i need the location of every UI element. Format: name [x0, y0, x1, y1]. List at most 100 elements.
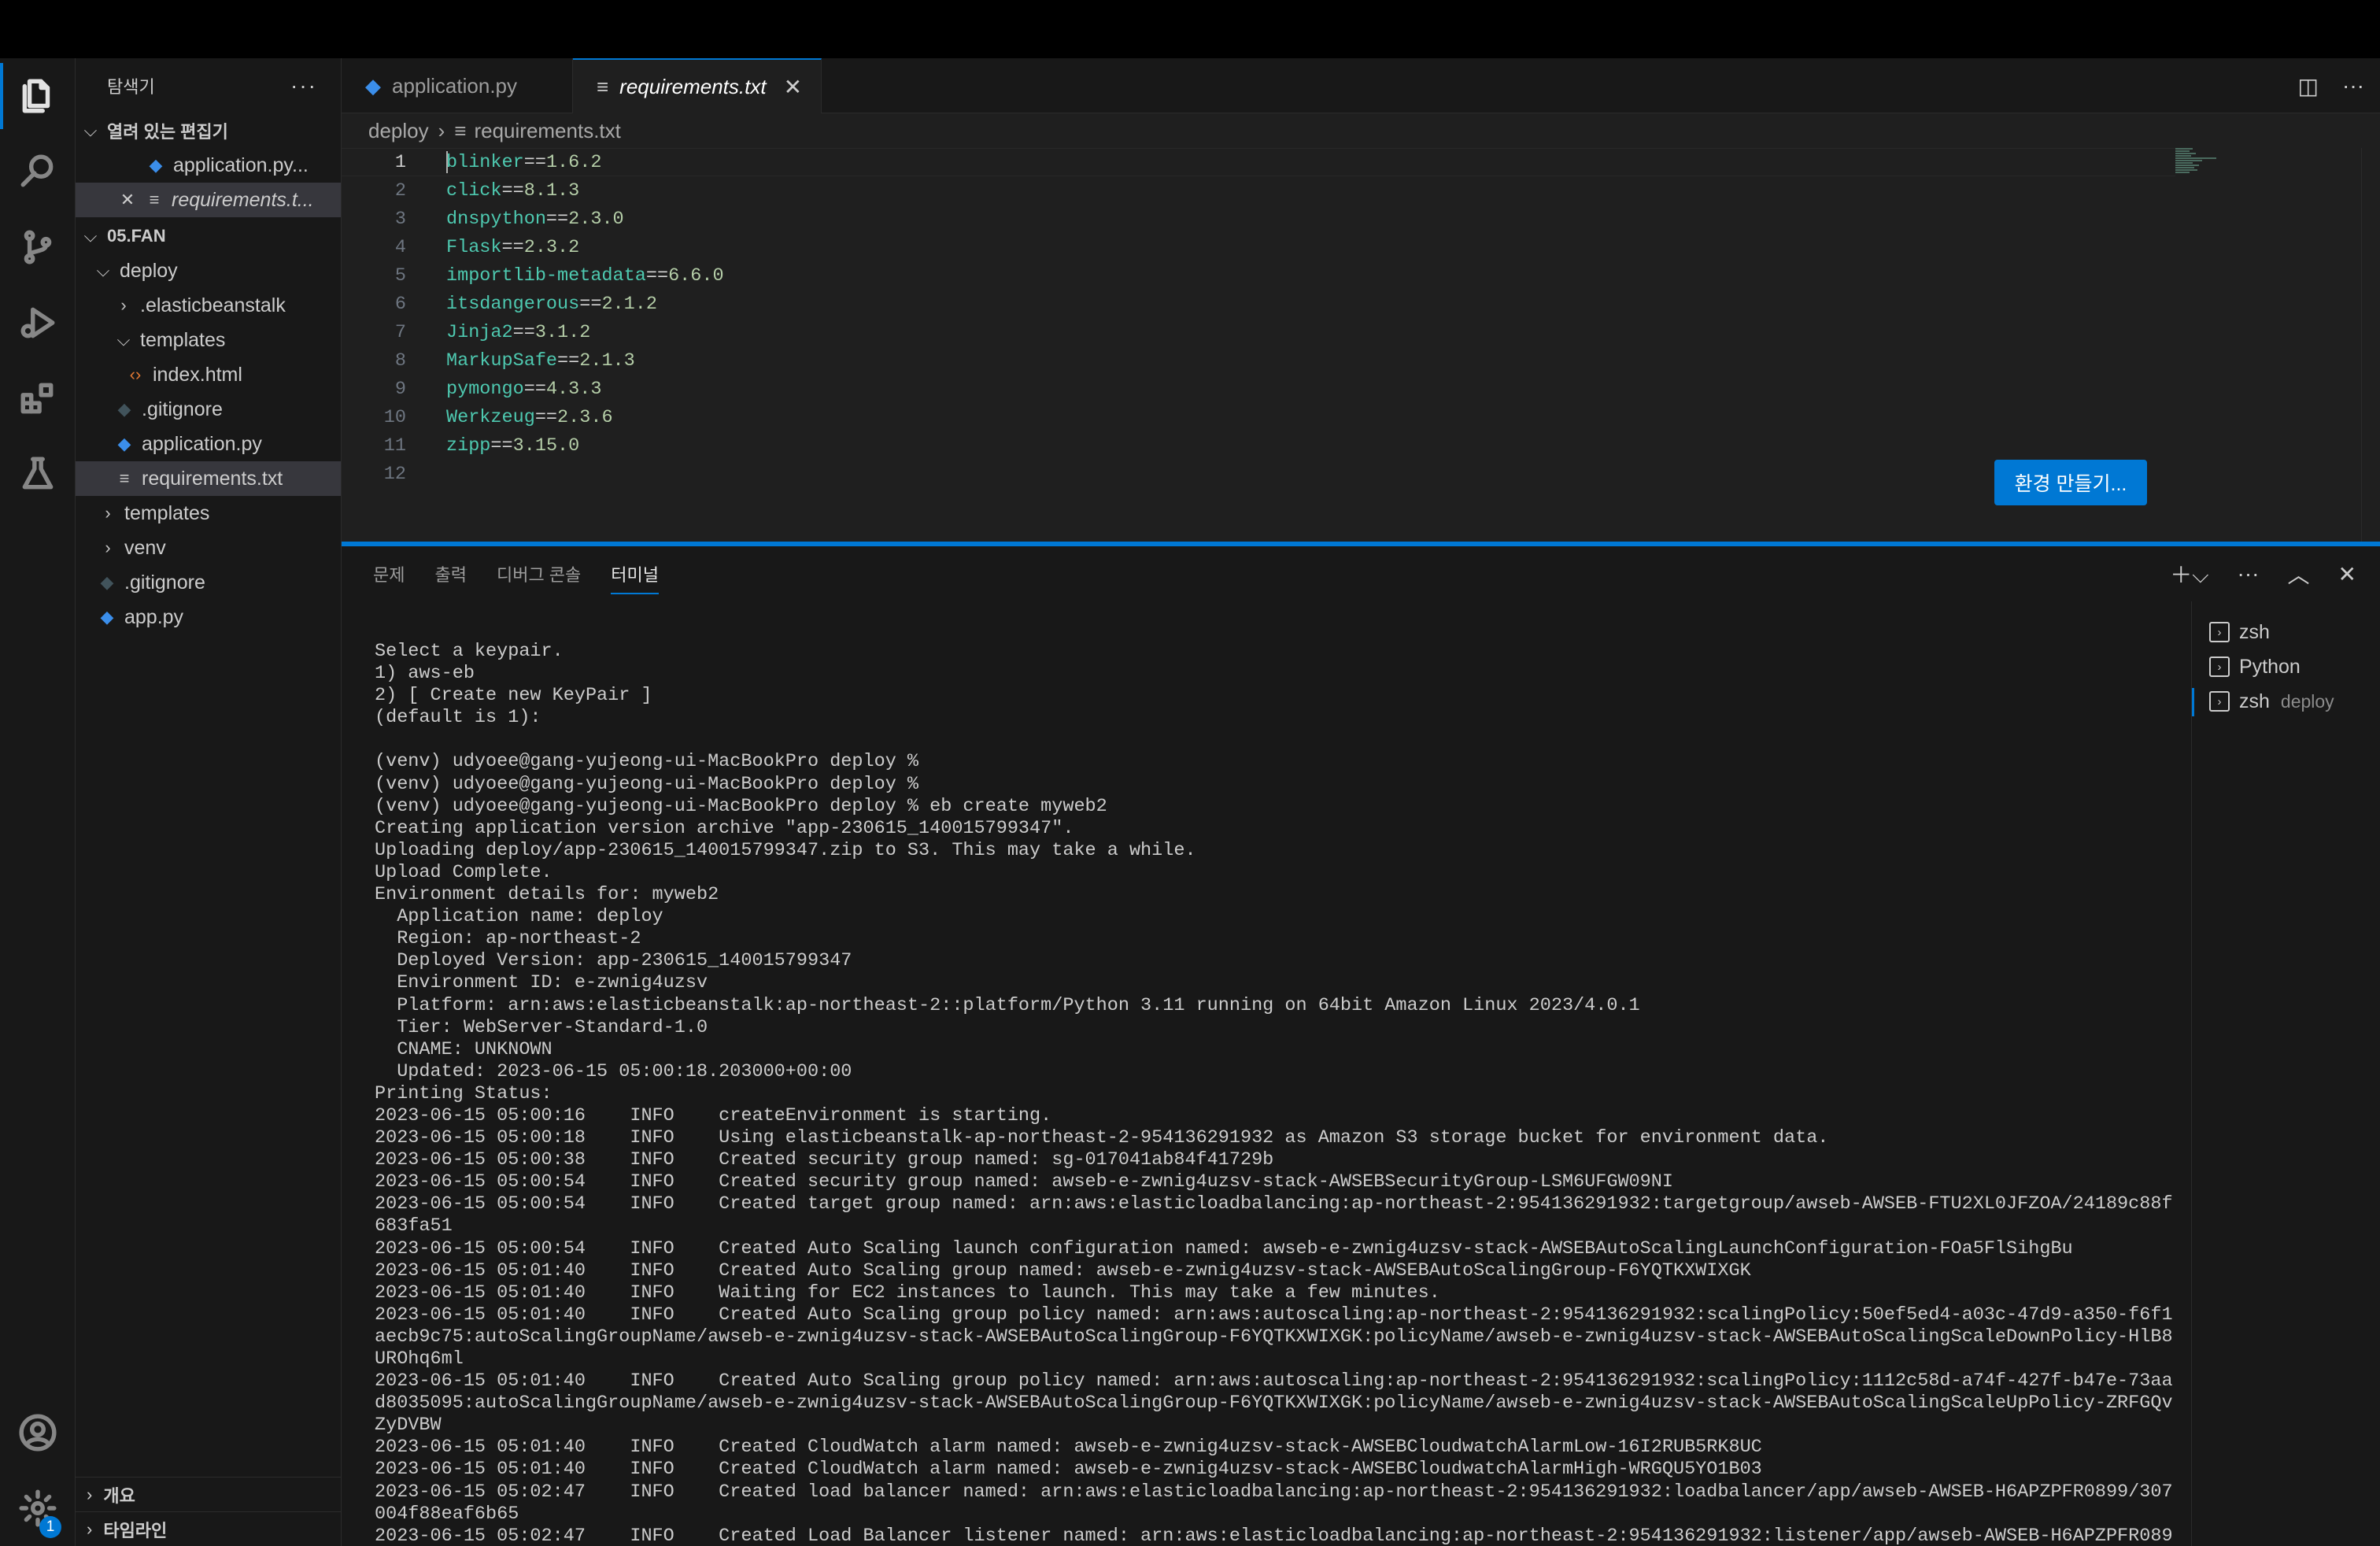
- terminal-line: Deployed Version: app-230615_14001579934…: [375, 950, 852, 972]
- terminal-line: Application name: deploy: [375, 906, 663, 928]
- terminal-line: Environment ID: e-zwnig4uzsv: [375, 972, 708, 994]
- python-file-icon: ◆: [100, 607, 114, 627]
- tree-item-label: .elasticbeanstalk: [140, 294, 286, 316]
- editor-scrollbar[interactable]: [2361, 148, 2380, 542]
- close-panel-icon[interactable]: ✕: [2338, 561, 2356, 587]
- terminal-line: 2023-06-15 05:01:40 INFO Waiting for EC2…: [375, 1282, 1440, 1304]
- open-editor-item[interactable]: ✕ ≡ requirements.t...: [76, 183, 341, 217]
- tree-item-label: templates: [124, 501, 210, 524]
- terminal-line: 2023-06-15 05:01:40 INFO Created Auto Sc…: [375, 1370, 2173, 1393]
- more-actions-icon[interactable]: ···: [2238, 561, 2260, 586]
- run-debug-activity[interactable]: [0, 285, 76, 361]
- tab-application-py[interactable]: ◆ application.py: [342, 58, 573, 113]
- breadcrumb-folder[interactable]: deploy: [368, 119, 429, 143]
- explorer-title: 탐색기: [107, 77, 155, 97]
- tab-requirements-txt[interactable]: ≡ requirements.txt ✕: [573, 58, 822, 113]
- terminal-line: 2023-06-15 05:00:38 INFO Created securit…: [375, 1149, 1274, 1171]
- chevron-right-icon: ›: [120, 295, 127, 315]
- explorer-sidebar: 탐색기 ··· ⌵ 열려 있는 편집기 ◆ application.py... …: [76, 58, 342, 1546]
- explorer-more-icon[interactable]: ···: [290, 73, 317, 98]
- testing-activity[interactable]: [0, 436, 76, 512]
- tree-item-label: application.py: [142, 432, 262, 455]
- accounts-activity[interactable]: [0, 1395, 76, 1470]
- chevron-down-icon: ⌵: [96, 261, 110, 280]
- chevron-right-icon: ›: [438, 118, 445, 142]
- tab-problems[interactable]: 문제: [373, 561, 405, 586]
- tab-debug-console[interactable]: 디버그 콘솔: [497, 561, 581, 586]
- terminal-item[interactable]: › zsh: [2192, 616, 2380, 649]
- open-editors-label: 열려 있는 편집기: [107, 122, 228, 142]
- maximize-panel-icon[interactable]: ︿: [2288, 558, 2310, 590]
- code-line: 6 itsdangerous==2.1.2: [342, 290, 2175, 318]
- git-file-icon: ◆: [100, 572, 114, 592]
- tab-output[interactable]: 출력: [434, 561, 466, 586]
- chevron-down-icon: ⌵: [116, 330, 131, 350]
- outline-section[interactable]: › 개요: [76, 1477, 342, 1511]
- tree-file-gitignore[interactable]: ◆ .gitignore: [76, 565, 341, 600]
- code-text: importlib-metadata==6.6.0: [446, 264, 724, 287]
- workspace-root-label: 05.FAN: [107, 226, 166, 246]
- terminal-icon: ›: [2209, 656, 2230, 677]
- terminal-line: aecb9c75:autoScalingGroupName/awseb-e-zw…: [375, 1326, 2173, 1348]
- workspace-root[interactable]: ⌵ 05.FAN: [76, 219, 341, 253]
- terminal-line: 2023-06-15 05:01:40 INFO Created Auto Sc…: [375, 1259, 1751, 1282]
- terminal-line: 2023-06-15 05:02:47 INFO Created Load Ba…: [375, 1525, 2173, 1546]
- breadcrumb-file[interactable]: requirements.txt: [474, 119, 620, 143]
- terminal-line: 2023-06-15 05:01:40 INFO Created CloudWa…: [375, 1459, 1762, 1481]
- breadcrumb: deploy › ≡ requirements.txt: [342, 113, 2380, 148]
- code-editor[interactable]: 1 blinker==1.6.2 2 click==8.1.3 3 dnspyt…: [342, 148, 2380, 542]
- source-control-activity[interactable]: [0, 209, 76, 285]
- code-text: Flask==2.3.2: [446, 236, 580, 258]
- minimap[interactable]: [2175, 148, 2219, 179]
- terminal-line: Region: ap-northeast-2: [375, 928, 641, 950]
- timeline-section[interactable]: › 타임라인: [76, 1511, 342, 1546]
- tree-file-index-html[interactable]: ‹› index.html: [76, 357, 341, 392]
- more-actions-icon[interactable]: ···: [2342, 73, 2364, 98]
- terminal-line: CNAME: UNKNOWN: [375, 1038, 552, 1060]
- tree-file-app-py[interactable]: ◆ app.py: [76, 600, 341, 634]
- text-cursor: [446, 151, 448, 173]
- split-editor-icon[interactable]: ◫: [2298, 73, 2319, 99]
- chevron-right-icon: ›: [87, 1484, 93, 1504]
- tree-folder-deploy[interactable]: ⌵ deploy: [76, 253, 341, 288]
- terminal-line: (venv) udyoee@gang-yujeong-ui-MacBookPro…: [375, 795, 1107, 817]
- open-editors-section[interactable]: ⌵ 열려 있는 편집기: [76, 113, 341, 148]
- extensions-icon: [20, 383, 54, 414]
- open-editor-item[interactable]: ◆ application.py...: [76, 148, 341, 183]
- chevron-right-icon: ›: [105, 538, 111, 557]
- line-number: 4: [394, 236, 406, 258]
- python-file-icon: ◆: [117, 434, 131, 453]
- terminal-line: UROhq6ml: [375, 1348, 464, 1370]
- code-text: blinker==1.6.2: [446, 151, 602, 173]
- terminal-item[interactable]: › zsh deploy: [2192, 685, 2380, 718]
- tree-file-application-py[interactable]: ◆ application.py: [76, 427, 341, 461]
- terminal-icon: ›: [2209, 691, 2230, 712]
- close-icon[interactable]: ✕: [784, 74, 802, 100]
- tree-file-requirements-txt[interactable]: ≡ requirements.txt: [76, 461, 341, 496]
- code-line: 3 dnspython==2.3.0: [342, 205, 2175, 233]
- create-environment-button[interactable]: 환경 만들기...: [1994, 460, 2147, 505]
- terminal-item[interactable]: › Python: [2192, 650, 2380, 683]
- tree-folder-elasticbeanstalk[interactable]: › .elasticbeanstalk: [76, 288, 341, 323]
- manage-activity[interactable]: 1: [0, 1470, 76, 1546]
- tree-folder-templates[interactable]: › templates: [76, 496, 341, 531]
- search-activity[interactable]: [0, 134, 76, 209]
- terminal-output[interactable]: Select a keypair. 1) aws-eb 2) [ Create ne…: [375, 641, 2216, 1546]
- text-file-icon: ≡: [454, 118, 467, 142]
- code-line: 11 zipp==3.15.0: [342, 431, 2175, 460]
- line-number: 8: [394, 350, 406, 372]
- tree-file-gitignore[interactable]: ◆ .gitignore: [76, 392, 341, 427]
- terminal-line: Select a keypair.: [375, 641, 564, 662]
- tree-folder-venv[interactable]: › venv: [76, 531, 341, 565]
- new-terminal-icon[interactable]: ＋⌵: [2170, 558, 2208, 590]
- tab-terminal[interactable]: 터미널: [611, 561, 660, 594]
- extensions-activity[interactable]: [0, 361, 76, 436]
- line-number: 5: [394, 264, 406, 287]
- explorer-header: 탐색기 ···: [76, 58, 341, 113]
- tree-folder-templates[interactable]: ⌵ templates: [76, 323, 341, 357]
- tree-item-label: .gitignore: [142, 398, 223, 420]
- explorer-activity[interactable]: [0, 58, 76, 134]
- terminal-name: zsh: [2239, 690, 2270, 712]
- close-icon[interactable]: ✕: [118, 190, 137, 210]
- tree-item-label: deploy: [120, 259, 178, 282]
